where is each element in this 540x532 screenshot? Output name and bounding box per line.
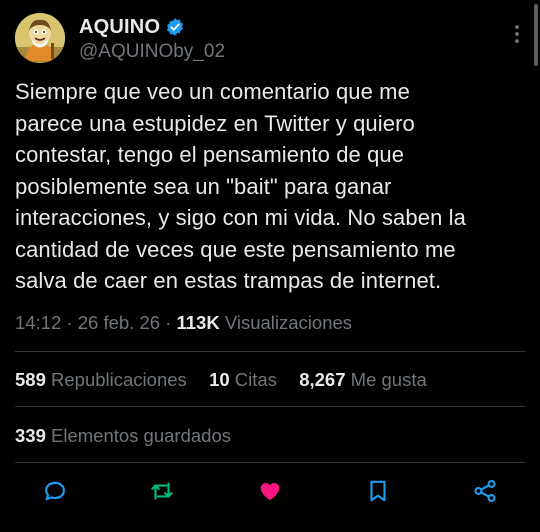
share-icon [474, 479, 496, 503]
bookmark-icon [370, 480, 386, 502]
likes-stat[interactable]: 8,267 Me gusta [299, 369, 427, 390]
share-button[interactable] [472, 478, 498, 504]
saves-count: 339 [15, 425, 46, 446]
display-name[interactable]: AQUINO [79, 16, 160, 39]
repost-button[interactable] [149, 478, 175, 504]
avatar[interactable] [15, 13, 65, 63]
like-icon [260, 483, 280, 501]
tweet-text-line: interacciones, y sigo con mi vida. No sa… [15, 205, 466, 230]
divider [15, 406, 525, 407]
likes-label: Me gusta [350, 369, 427, 390]
author-info[interactable]: AQUINO @AQUINOby_02 [79, 15, 225, 63]
bookmarks-stat[interactable]: 339 Elementos guardados [15, 425, 231, 447]
more-options-icon[interactable] [513, 23, 521, 45]
tweet-text-line: contestar, tengo el pensamiento de que [15, 142, 405, 167]
reposts-stat[interactable]: 589 Republicaciones [15, 369, 192, 390]
tweet-date[interactable]: 26 feb. 26 [78, 312, 160, 333]
quotes-stat[interactable]: 10 Citas [209, 369, 282, 390]
tweet-text-line: posiblemente sea un "bait" para ganar [15, 173, 392, 199]
views-count: 113K [176, 312, 220, 333]
tweet-text-line: parece una estupidez en Twitter y quiero [15, 110, 415, 136]
like-button[interactable] [257, 478, 283, 504]
user-handle[interactable]: @AQUINOby_02 [79, 41, 225, 63]
meta-separator: · [165, 312, 172, 333]
tweet-time[interactable]: 14:12 [15, 312, 61, 333]
cartoon-avatar-icon [15, 13, 65, 63]
divider [15, 351, 525, 352]
verified-badge-icon [167, 18, 184, 36]
repost-icon [151, 482, 173, 500]
saves-label: Elementos guardados [51, 425, 231, 446]
tweet-header: AQUINO @AQUINOby_02 [15, 13, 525, 65]
reply-icon [45, 481, 65, 501]
quotes-count: 10 [209, 369, 230, 390]
reposts-label: Republicaciones [51, 369, 187, 390]
action-bar [0, 478, 540, 508]
bookmark-button[interactable] [365, 478, 391, 504]
tweet-meta: 14:12 · 26 feb. 26 · 113K Visualizacione… [15, 312, 352, 334]
likes-count: 8,267 [299, 369, 346, 390]
engagement-stats: 589 Republicaciones 10 Citas 8,267 Me gu… [15, 369, 427, 391]
meta-separator: · [66, 312, 73, 333]
tweet-text-line: Siempre que veo un comentario que me [15, 79, 410, 104]
reposts-count: 589 [15, 369, 46, 390]
divider [15, 462, 525, 463]
tweet-text: Siempre que veo un comentario que me par… [15, 76, 525, 297]
tweet-text-line: cantidad de veces que este pensamiento m… [15, 236, 456, 262]
quotes-label: Citas [234, 369, 277, 390]
scrollbar-thumb[interactable] [534, 4, 538, 66]
tweet-text-line: salva de caer en estas trampas de intern… [15, 268, 442, 293]
views-label: Visualizaciones [224, 312, 353, 333]
reply-button[interactable] [42, 478, 68, 504]
